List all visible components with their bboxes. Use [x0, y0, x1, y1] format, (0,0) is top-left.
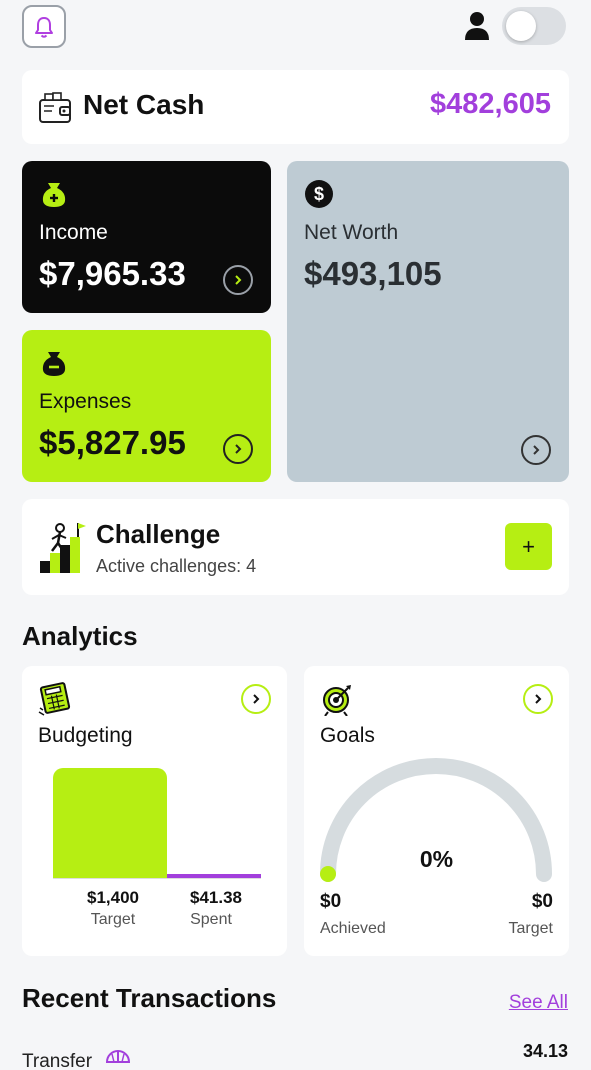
analytics-title: Analytics [22, 621, 138, 651]
challenge-title: Challenge [96, 519, 221, 549]
goals-achieved-label: Achieved [320, 920, 386, 937]
income-label: Income [39, 221, 108, 244]
svg-text:$: $ [314, 184, 324, 204]
net-worth-arrow-button[interactable] [521, 435, 551, 465]
expenses-arrow-button[interactable] [223, 434, 253, 464]
income-arrow-button[interactable] [223, 265, 253, 295]
target-bar [53, 768, 167, 878]
see-all-link[interactable]: See All [509, 992, 568, 1014]
goals-card[interactable]: Goals 0% $0 Achieved $0 Target [304, 666, 569, 956]
net-worth-label: Net Worth [304, 221, 399, 244]
net-worth-value: $493,105 [304, 255, 442, 292]
add-challenge-button[interactable]: + [505, 523, 552, 570]
calculator-icon [38, 682, 72, 716]
bar-baseline [53, 878, 261, 879]
transaction-amount: 34.13 [522, 1041, 568, 1061]
income-card[interactable]: Income $7,965.33 [22, 161, 271, 313]
net-worth-card[interactable]: $ Net Worth $493,105 [287, 161, 569, 482]
dollar-coin-icon: $ [304, 179, 334, 209]
money-bag-minus-icon [39, 348, 69, 378]
challenge-stairs-icon [38, 521, 88, 573]
toggle-knob [506, 11, 536, 41]
wallet-icon [38, 91, 72, 125]
budget-spent-value: $41.38 [190, 888, 242, 907]
net-cash-value: $482,605 [430, 88, 551, 120]
goals-percent: 0% [419, 846, 454, 872]
bell-icon [35, 16, 53, 38]
chevron-right-icon [235, 275, 242, 285]
user-icon[interactable] [462, 10, 492, 42]
budget-spent-label: Spent [190, 911, 232, 928]
goals-target-value: $0 [531, 891, 553, 912]
budgeting-arrow-button[interactable] [241, 684, 271, 714]
chevron-right-icon [235, 444, 242, 454]
goals-achieved-value: $0 [320, 891, 342, 912]
budget-target-value: $1,400 [87, 888, 139, 907]
recent-transactions-title: Recent Transactions [22, 983, 277, 1013]
theme-toggle[interactable] [502, 7, 566, 45]
goals-arrow-button[interactable] [523, 684, 553, 714]
challenge-card[interactable]: Challenge Active challenges: 4 + [22, 499, 569, 595]
chevron-right-icon [253, 694, 260, 704]
budget-target-label: Target [90, 911, 136, 928]
money-bag-plus-icon [39, 179, 69, 209]
expenses-value: $5,827.95 [39, 424, 186, 461]
net-cash-card[interactable]: Net Cash $482,605 [22, 70, 569, 144]
chevron-right-icon [535, 694, 542, 704]
transfer-icon [105, 1048, 131, 1070]
notifications-button[interactable] [22, 5, 66, 48]
chevron-right-icon [533, 445, 540, 455]
budgeting-label: Budgeting [38, 724, 133, 747]
budgeting-card[interactable]: Budgeting $1,400 Target $41.38 Spent [22, 666, 287, 956]
expenses-label: Expenses [39, 390, 132, 413]
goals-label: Goals [320, 724, 375, 747]
transaction-name[interactable]: Transfer [22, 1051, 92, 1070]
income-value: $7,965.33 [39, 255, 186, 292]
active-challenges-count: Active challenges: 4 [96, 556, 257, 576]
expenses-card[interactable]: Expenses $5,827.95 [22, 330, 271, 482]
target-goal-icon [320, 682, 354, 717]
goals-target-label: Target [508, 920, 553, 937]
net-cash-label: Net Cash [83, 89, 205, 120]
